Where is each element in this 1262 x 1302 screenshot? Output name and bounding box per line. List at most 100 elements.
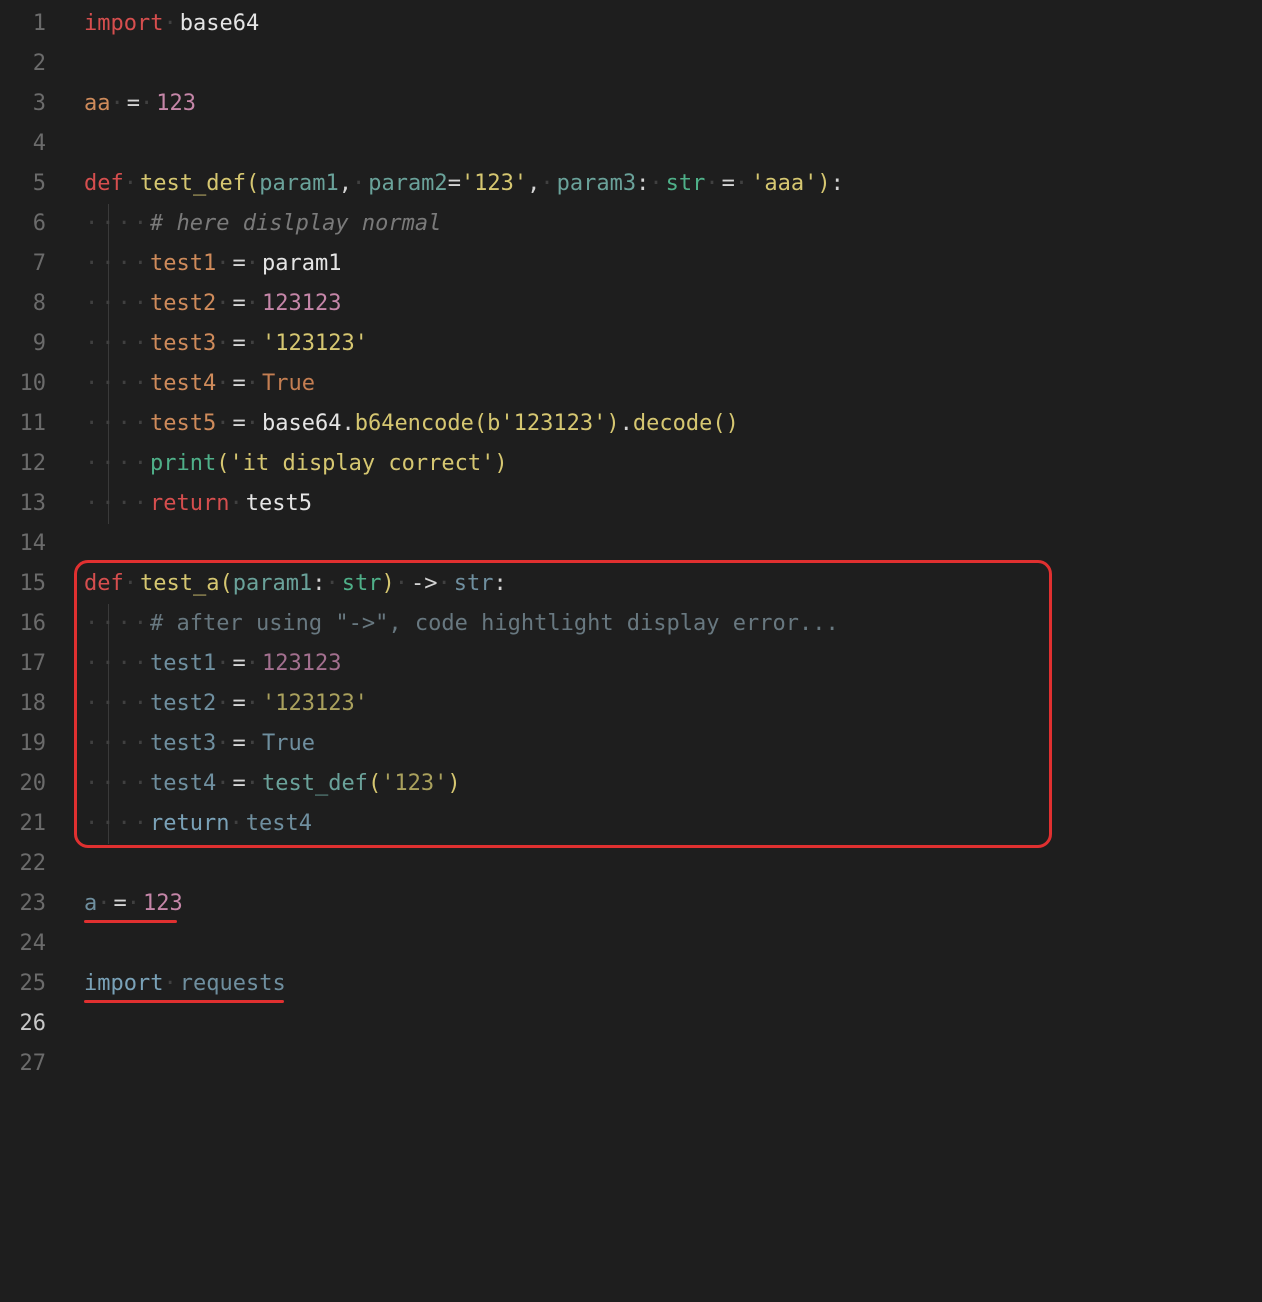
token-ws: ·: [216, 731, 232, 756]
code-editor[interactable]: 1234567891011121314151617181920212223242…: [0, 0, 1262, 1302]
code-line[interactable]: ····test4·=·True: [84, 364, 1262, 404]
line-number: 23: [0, 884, 46, 924]
code-line[interactable]: ····test1·=·123123: [84, 644, 1262, 684]
line-number: 7: [0, 244, 46, 284]
token-punc: ): [494, 451, 507, 476]
token-punc2: :: [831, 171, 844, 196]
line-number: 22: [0, 844, 46, 884]
token-ws: ·: [111, 91, 127, 116]
token-kw: def: [84, 171, 124, 196]
code-line[interactable]: [84, 44, 1262, 84]
code-line[interactable]: ····print('it display correct'): [84, 444, 1262, 484]
token-op: =: [232, 691, 245, 716]
code-line[interactable]: ····test5·=·base64.b64encode(b'123123').…: [84, 404, 1262, 444]
token-punc2: ,: [339, 171, 352, 196]
token-ws: ····: [85, 251, 150, 276]
code-line[interactable]: [84, 924, 1262, 964]
line-number: 11: [0, 404, 46, 444]
line-number: 16: [0, 604, 46, 644]
code-line[interactable]: ····test3·=·'123123': [84, 324, 1262, 364]
code-line[interactable]: ····test4·=·test_def('123'): [84, 764, 1262, 804]
token-ws: ·: [216, 291, 232, 316]
token-name: base64: [262, 411, 341, 436]
token-kw: import: [84, 11, 163, 36]
token-punc: ): [381, 571, 394, 596]
code-line[interactable]: aa·=·123: [84, 84, 1262, 124]
code-line[interactable]: [84, 1004, 1262, 1044]
line-number: 3: [0, 84, 46, 124]
token-ws: ····: [85, 691, 150, 716]
token-kw: def: [84, 571, 124, 596]
token-param: param1: [259, 171, 338, 196]
code-line[interactable]: [84, 844, 1262, 884]
token-punc: ): [817, 171, 830, 196]
code-line[interactable]: ····return·test5: [84, 484, 1262, 524]
token-op: =: [722, 171, 735, 196]
code-line[interactable]: a·=·123: [84, 884, 1262, 924]
token-ws: ····: [85, 491, 150, 516]
token-ws: ·: [705, 171, 721, 196]
token-ws: ·: [163, 971, 179, 996]
token-num: 123: [156, 91, 196, 116]
line-number: 5: [0, 164, 46, 204]
code-line[interactable]: ····# here dislplay normal: [84, 204, 1262, 244]
token-type: str: [666, 171, 706, 196]
token-call: test_def: [262, 771, 368, 796]
code-content[interactable]: import·base64aa·=·123def·test_def(param1…: [60, 4, 1262, 1302]
line-number: 19: [0, 724, 46, 764]
token-come: # after using "->", code hightlight disp…: [150, 611, 839, 636]
token-ws: ····: [85, 731, 150, 756]
code-line[interactable]: ····test1·=·param1: [84, 244, 1262, 284]
token-ws: ·: [163, 11, 179, 36]
token-fn: b64encode: [355, 411, 474, 436]
token-fn2: print: [150, 451, 216, 476]
token-op: =: [232, 411, 245, 436]
token-fn: test_def: [140, 171, 246, 196]
token-ws: ·: [216, 691, 232, 716]
line-number: 25: [0, 964, 46, 1004]
code-line[interactable]: ····# after using "->", code hightlight …: [84, 604, 1262, 644]
token-ws: ·: [735, 171, 751, 196]
line-number: 18: [0, 684, 46, 724]
code-line[interactable]: def·test_a(param1:·str)·->·str:: [84, 564, 1262, 604]
token-ws: ·: [140, 91, 156, 116]
token-kw2: return: [150, 811, 229, 836]
token-bool: True: [262, 371, 315, 396]
line-number: 4: [0, 124, 46, 164]
token-op: =: [232, 371, 245, 396]
token-ws: ·: [246, 731, 262, 756]
token-ws: ·: [127, 891, 143, 916]
line-number: 10: [0, 364, 46, 404]
code-line[interactable]: import·base64: [84, 4, 1262, 44]
code-line[interactable]: def·test_def(param1,·param2='123',·param…: [84, 164, 1262, 204]
line-number: 26: [0, 1004, 46, 1044]
line-number: 21: [0, 804, 46, 844]
token-nume: 123123: [262, 651, 341, 676]
token-ws: ·: [97, 891, 113, 916]
line-number: 14: [0, 524, 46, 564]
token-punc: (: [712, 411, 725, 436]
token-ws: ·: [124, 571, 140, 596]
token-num: 123123: [262, 291, 341, 316]
token-arrow: ->: [411, 571, 438, 596]
code-line[interactable]: [84, 124, 1262, 164]
token-ws: ·: [216, 771, 232, 796]
token-punc: (: [246, 171, 259, 196]
token-var: test1: [150, 251, 216, 276]
token-ws: ·: [246, 251, 262, 276]
code-line[interactable]: [84, 1044, 1262, 1084]
code-line[interactable]: ····return·test4: [84, 804, 1262, 844]
code-line[interactable]: ····test2·=·123123: [84, 284, 1262, 324]
token-ws: ·: [352, 171, 368, 196]
token-var: test2: [150, 291, 216, 316]
code-line[interactable]: ····test3·=·True: [84, 724, 1262, 764]
token-kw: return: [150, 491, 229, 516]
token-mod: base64: [180, 11, 259, 36]
token-ws: ·: [325, 571, 341, 596]
token-op: =: [448, 171, 461, 196]
code-line[interactable]: import·requests: [84, 964, 1262, 1004]
code-line[interactable]: [84, 524, 1262, 564]
token-punc2: .: [341, 411, 354, 436]
code-line[interactable]: ····test2·=·'123123': [84, 684, 1262, 724]
token-stre: '123': [381, 771, 447, 796]
